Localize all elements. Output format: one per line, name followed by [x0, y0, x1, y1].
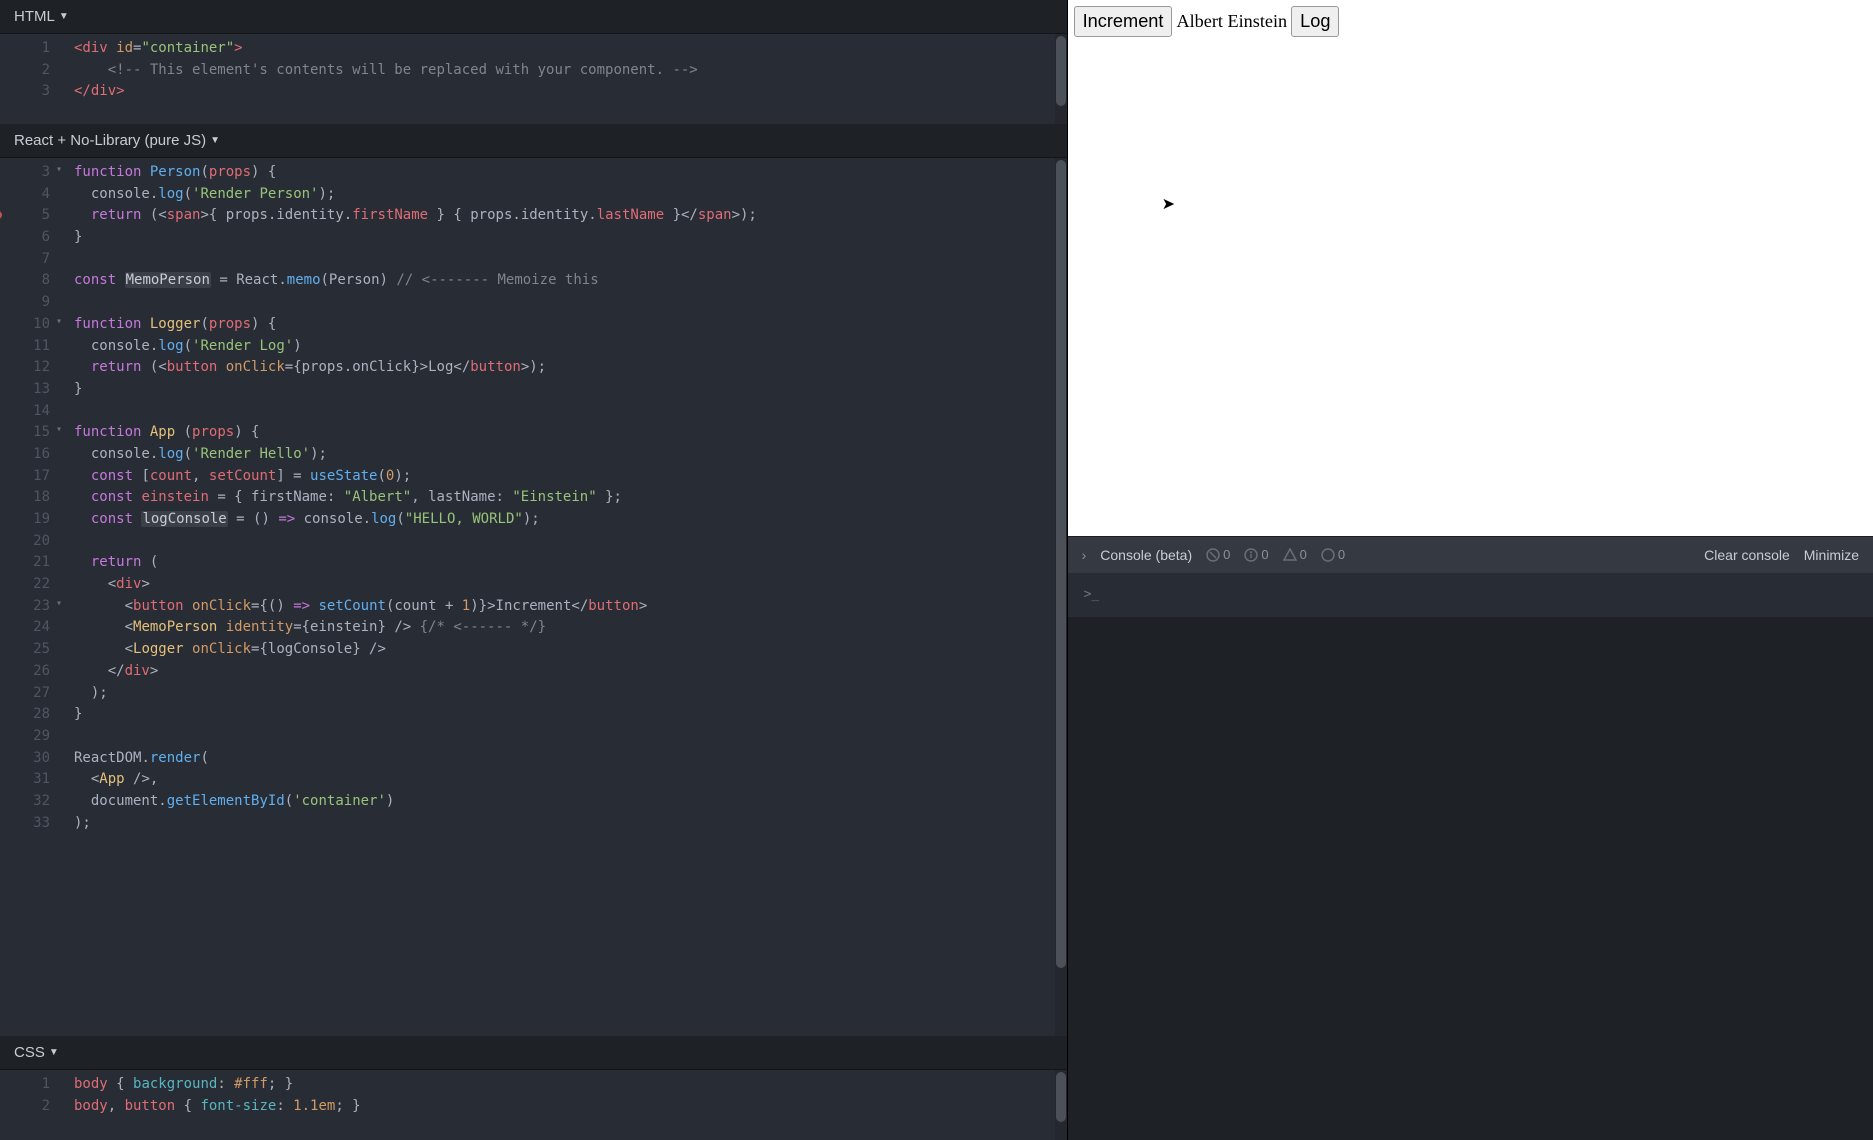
- scrollbar-thumb[interactable]: [1056, 160, 1066, 968]
- code-line[interactable]: }: [74, 704, 1059, 726]
- scrollbar-track[interactable]: [1055, 158, 1067, 1036]
- fold-icon[interactable]: ▾: [56, 162, 62, 178]
- chevron-down-icon: ▼: [49, 1047, 59, 1058]
- code-line[interactable]: }: [74, 379, 1059, 401]
- panel-title: HTML: [14, 8, 55, 25]
- code-line[interactable]: <button onClick={() => setCount(count + …: [74, 596, 1059, 618]
- console-output-area: [1068, 617, 1873, 1140]
- jsfiddle-app: HTML ▼ 123<div id="container"> <!-- This…: [0, 0, 1873, 1140]
- info-icon: [1244, 548, 1258, 562]
- log-button[interactable]: Log: [1291, 6, 1339, 37]
- result-pane[interactable]: Increment Albert Einstein Log ➤: [1068, 0, 1873, 536]
- code-line[interactable]: </div>: [74, 81, 1059, 103]
- code-line[interactable]: <div id="container">: [74, 38, 1059, 60]
- code-line[interactable]: [74, 531, 1059, 553]
- code-line[interactable]: <!-- This element's contents will be rep…: [74, 60, 1059, 82]
- code-line[interactable]: function Logger(props) {: [74, 314, 1059, 336]
- code-line[interactable]: );: [74, 683, 1059, 705]
- code-line[interactable]: [74, 726, 1059, 748]
- code-line[interactable]: console.log('Render Log'): [74, 336, 1059, 358]
- code-line[interactable]: const [count, setCount] = useState(0);: [74, 466, 1059, 488]
- generic-count: 0: [1321, 547, 1345, 562]
- console-toolbar: › Console (beta) 0 0 0 0 Clear console M…: [1068, 536, 1873, 573]
- code-line[interactable]: return (<span>{ props.identity.firstName…: [74, 205, 1059, 227]
- editor-css[interactable]: 12body { background: #fff; }body, button…: [0, 1070, 1067, 1140]
- panel-title: React + No-Library (pure JS): [14, 132, 206, 149]
- code-line[interactable]: console.log('Render Person');: [74, 184, 1059, 206]
- clear-console-button[interactable]: Clear console: [1704, 547, 1790, 563]
- panel-title: CSS: [14, 1044, 45, 1061]
- mouse-cursor-icon: ➤: [1162, 194, 1175, 214]
- code-line[interactable]: body, button { font-size: 1.1em; }: [74, 1096, 1059, 1118]
- chevron-down-icon: ▼: [210, 135, 220, 146]
- code-line[interactable]: }: [74, 227, 1059, 249]
- console-title: Console (beta): [1100, 547, 1192, 563]
- code-line[interactable]: console.log('Render Hello');: [74, 444, 1059, 466]
- chevron-down-icon: ▼: [59, 11, 69, 22]
- code-lines[interactable]: function Person(props) { console.log('Re…: [58, 158, 1067, 838]
- code-line[interactable]: const einstein = { firstName: "Albert", …: [74, 487, 1059, 509]
- editors-column: HTML ▼ 123<div id="container"> <!-- This…: [0, 0, 1068, 1140]
- editor-html[interactable]: 123<div id="container"> <!-- This elemen…: [0, 34, 1067, 124]
- breakpoint-icon[interactable]: [0, 211, 2, 219]
- gutter: 123: [0, 34, 58, 124]
- code-line[interactable]: [74, 292, 1059, 314]
- gutter: 3▾45678910▾1112131415▾1617181920212223▾2…: [0, 158, 58, 1036]
- code-line[interactable]: return (: [74, 552, 1059, 574]
- code-line[interactable]: <MemoPerson identity={einstein} /> {/* <…: [74, 617, 1059, 639]
- circle-icon: [1321, 548, 1335, 562]
- console-prompt: >_: [1084, 587, 1100, 602]
- error-count: 0: [1206, 547, 1230, 562]
- fold-icon[interactable]: ▾: [56, 596, 62, 612]
- person-name-text: Albert Einstein: [1176, 11, 1287, 32]
- error-icon: [1206, 548, 1220, 562]
- console-input[interactable]: >_: [1068, 573, 1873, 617]
- scrollbar-track[interactable]: [1055, 1070, 1067, 1140]
- warn-icon: [1283, 548, 1297, 562]
- code-line[interactable]: const logConsole = () => console.log("HE…: [74, 509, 1059, 531]
- code-line[interactable]: ReactDOM.render(: [74, 748, 1059, 770]
- output-column: Increment Albert Einstein Log ➤ › Consol…: [1068, 0, 1873, 1140]
- panel-header-html[interactable]: HTML ▼: [0, 0, 1067, 34]
- code-line[interactable]: function App (props) {: [74, 422, 1059, 444]
- code-line[interactable]: body { background: #fff; }: [74, 1074, 1059, 1096]
- warn-count: 0: [1283, 547, 1307, 562]
- code-line[interactable]: [74, 249, 1059, 271]
- code-line[interactable]: const MemoPerson = React.memo(Person) //…: [74, 270, 1059, 292]
- code-line[interactable]: function Person(props) {: [74, 162, 1059, 184]
- scrollbar-thumb[interactable]: [1056, 1072, 1066, 1122]
- scrollbar-track[interactable]: [1055, 34, 1067, 124]
- panel-header-css[interactable]: CSS ▼: [0, 1036, 1067, 1070]
- increment-button[interactable]: Increment: [1074, 6, 1173, 37]
- fold-icon[interactable]: ▾: [56, 314, 62, 330]
- code-line[interactable]: </div>: [74, 661, 1059, 683]
- code-lines[interactable]: body { background: #fff; }body, button {…: [58, 1070, 1067, 1121]
- fold-icon[interactable]: ▾: [56, 422, 62, 438]
- panel-header-js[interactable]: React + No-Library (pure JS) ▼: [0, 124, 1067, 158]
- code-line[interactable]: <div>: [74, 574, 1059, 596]
- scrollbar-thumb[interactable]: [1056, 36, 1066, 106]
- code-line[interactable]: <Logger onClick={logConsole} />: [74, 639, 1059, 661]
- chevron-right-icon: ›: [1082, 547, 1087, 563]
- code-line[interactable]: <App />,: [74, 769, 1059, 791]
- gutter: 12: [0, 1070, 58, 1140]
- info-count: 0: [1244, 547, 1268, 562]
- code-line[interactable]: document.getElementById('container'): [74, 791, 1059, 813]
- minimize-console-button[interactable]: Minimize: [1804, 547, 1859, 563]
- code-line[interactable]: );: [74, 813, 1059, 835]
- code-line[interactable]: return (<button onClick={props.onClick}>…: [74, 357, 1059, 379]
- code-lines[interactable]: <div id="container"> <!-- This element's…: [58, 34, 1067, 107]
- editor-js[interactable]: 3▾45678910▾1112131415▾1617181920212223▾2…: [0, 158, 1067, 1036]
- code-line[interactable]: [74, 401, 1059, 423]
